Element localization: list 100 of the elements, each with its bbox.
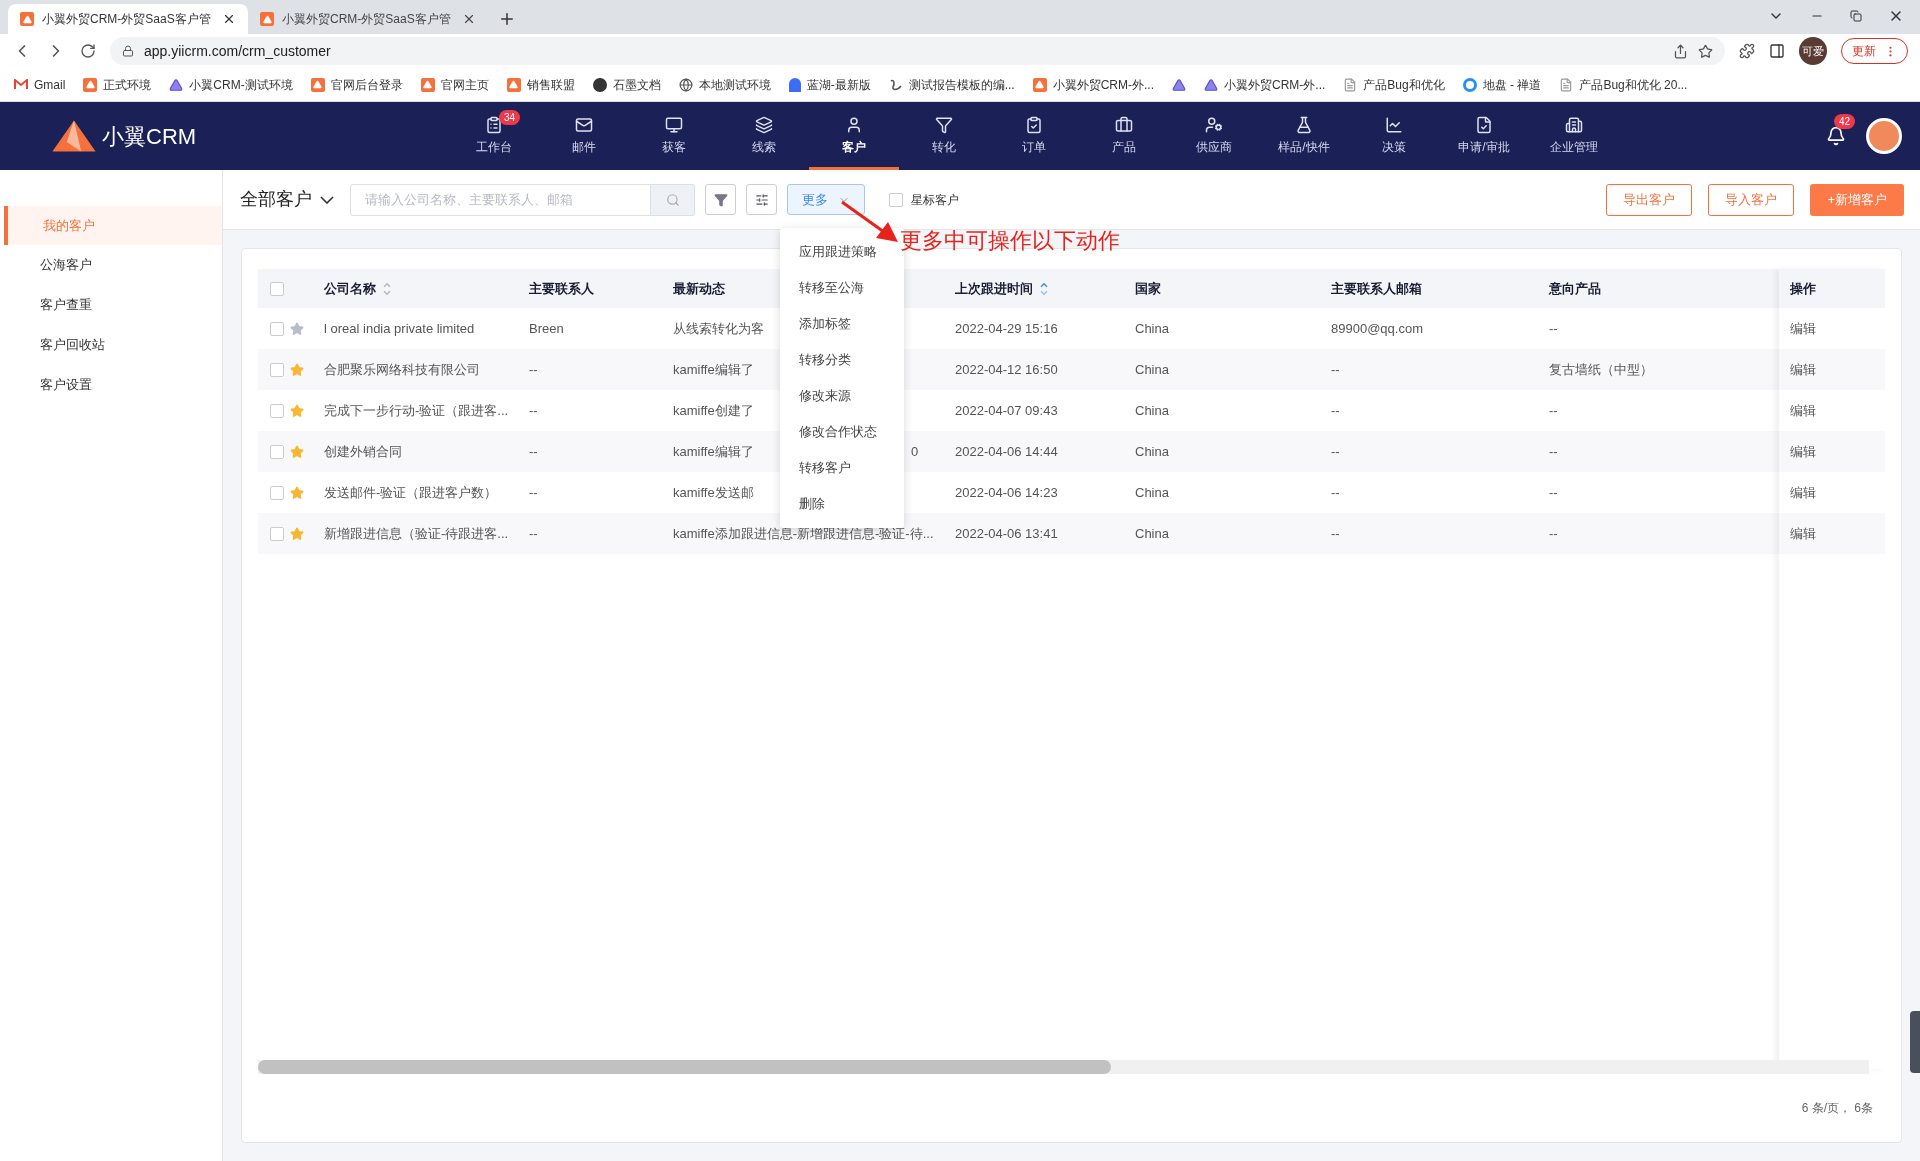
table-cell: 2022-04-12 16:50 (955, 361, 1058, 377)
nav-tab[interactable]: 线索 (719, 102, 809, 170)
side-panel-icon[interactable] (1769, 43, 1785, 59)
address-field[interactable]: app.yiicrm.com/crm_customer (110, 37, 1725, 65)
bookmark[interactable]: 小翼外贸CRM-外... (1204, 75, 1326, 94)
star-icon[interactable] (290, 403, 304, 418)
sidebar-item[interactable]: 客户查重 (0, 285, 222, 325)
star-icon[interactable] (290, 362, 304, 377)
settings-button[interactable] (746, 184, 777, 215)
chevron-down-icon (320, 195, 334, 204)
table-cell: kamiffe创建了 (673, 402, 754, 418)
edit-link[interactable]: 编辑 (1790, 400, 1816, 421)
notification-icon[interactable] (1826, 126, 1846, 146)
nav-tab[interactable]: 邮件 (539, 102, 629, 170)
bookmark[interactable]: 测试报告模板的编... (888, 75, 1015, 94)
bookmark[interactable]: 小翼CRM-测试环境 (169, 75, 293, 94)
menu-item[interactable]: 转移分类 (780, 342, 904, 378)
restore-icon[interactable] (1850, 10, 1862, 22)
nav-tab[interactable]: 产品 (1079, 102, 1169, 170)
bookmark[interactable]: 蓝湖-最新版 (788, 75, 871, 94)
checkbox[interactable] (270, 403, 284, 418)
nav-tab[interactable]: 决策 (1349, 102, 1439, 170)
lock-icon[interactable] (122, 45, 134, 57)
bookmark[interactable]: Gmail (14, 75, 66, 94)
menu-item[interactable]: 转移客户 (780, 450, 904, 486)
table-cell: -- (1331, 484, 1340, 500)
tab-title: 小翼外贸CRM-外贸SaaS客户管 (42, 11, 212, 28)
menu-item[interactable]: 修改合作状态 (780, 414, 904, 450)
bookmark[interactable]: 石墨文档 (592, 75, 661, 94)
table-cell: China (1135, 443, 1169, 459)
horizontal-scrollbar[interactable] (258, 1060, 1869, 1074)
menu-item[interactable]: 修改来源 (780, 378, 904, 414)
star-icon[interactable] (290, 321, 304, 336)
edit-link[interactable]: 编辑 (1790, 441, 1816, 462)
file-check-icon (1475, 116, 1493, 134)
table-cell: -- (1549, 525, 1558, 541)
table-cell: China (1135, 361, 1169, 377)
menu-item[interactable]: 添加标签 (780, 306, 904, 342)
checkbox[interactable] (889, 192, 903, 207)
table-cell: 2022-04-06 14:23 (955, 484, 1058, 500)
search-field[interactable]: 请输入公司名称、主要联系人、邮箱 (350, 183, 651, 216)
bookmark[interactable]: 销售联盟 (506, 75, 575, 94)
nav-tab[interactable]: 订单 (989, 102, 1079, 170)
bookmark[interactable]: 地盘 - 禅道 (1462, 75, 1542, 94)
column-header: 操作 (1790, 279, 1816, 298)
checkbox[interactable] (270, 362, 284, 377)
edit-link[interactable]: 编辑 (1790, 523, 1816, 544)
table-cell: kamiffe添加跟进信息-新增跟进信息-验证-待... (673, 525, 934, 541)
star-icon[interactable] (290, 526, 304, 541)
user-avatar[interactable] (1866, 118, 1902, 154)
new-tab-icon[interactable] (498, 10, 516, 28)
edit-link[interactable]: 编辑 (1790, 359, 1816, 380)
star-icon[interactable] (290, 444, 304, 459)
clipboard-check-icon (1025, 116, 1043, 134)
checkbox[interactable] (270, 485, 284, 500)
close-icon[interactable] (462, 12, 476, 26)
nav-tab[interactable]: 获客 (629, 102, 719, 170)
column-header: 主要联系人 (529, 279, 594, 298)
checkbox[interactable] (270, 526, 284, 541)
browser-tab[interactable]: 小翼外贸CRM-外贸SaaS客户管 (248, 4, 488, 34)
bookmark[interactable]: 小翼外贸CRM-外... (1032, 75, 1154, 94)
edit-link[interactable]: 编辑 (1790, 482, 1816, 503)
nav-tab[interactable]: 申请/审批 (1439, 102, 1529, 170)
bookmark[interactable]: 官网主页 (420, 75, 489, 94)
sidebar-item[interactable]: 公海客户 (0, 245, 222, 285)
nav-tab[interactable]: 供应商 (1169, 102, 1259, 170)
browser-tab[interactable]: 小翼外贸CRM-外贸SaaS客户管 (8, 4, 248, 34)
close-icon[interactable] (222, 12, 236, 26)
menu-item[interactable]: 转移至公海 (780, 270, 904, 306)
reload-icon[interactable] (80, 43, 96, 59)
bookmark[interactable]: 产品Bug和优化 (1343, 75, 1445, 94)
column-header[interactable]: 上次跟进时间 (955, 278, 1033, 299)
bookmark[interactable]: 正式环境 (83, 75, 152, 94)
bookmark[interactable]: 官网后台登录 (310, 75, 403, 94)
sidebar-item[interactable]: 客户设置 (0, 365, 222, 405)
edit-link[interactable]: 编辑 (1790, 318, 1816, 339)
checkbox[interactable] (270, 281, 284, 296)
star-icon[interactable] (290, 485, 304, 500)
bookmark-icon[interactable] (1172, 77, 1186, 92)
bookmark[interactable]: 产品Bug和优化 20... (1559, 75, 1688, 94)
nav-tab[interactable]: 转化 (899, 102, 989, 170)
clipboard-icon (485, 116, 503, 134)
column-header[interactable]: 公司名称 (324, 278, 376, 299)
filter-button[interactable] (705, 184, 736, 215)
menu-item[interactable]: 删除 (780, 486, 904, 522)
extensions-icon[interactable] (1739, 43, 1755, 59)
logo-icon (20, 12, 34, 26)
share-icon[interactable] (1673, 43, 1688, 59)
scope-dropdown[interactable]: 全部客户 (240, 186, 334, 213)
checkbox[interactable] (270, 321, 284, 336)
profile-avatar[interactable]: 可爱 (1799, 37, 1827, 65)
nav-tab[interactable]: 样品/快件 (1259, 102, 1349, 170)
nav-tab[interactable]: 企业管理 (1529, 102, 1619, 170)
checkbox[interactable] (270, 444, 284, 459)
nav-tab[interactable]: 工作台 34 (449, 102, 539, 170)
bookmark[interactable]: 本地测试环境 (678, 75, 771, 94)
search-button[interactable] (651, 183, 695, 216)
triangle-icon (169, 77, 184, 92)
sidebar-item[interactable]: 客户回收站 (0, 325, 222, 365)
bookmark-star-icon[interactable] (1698, 43, 1713, 59)
